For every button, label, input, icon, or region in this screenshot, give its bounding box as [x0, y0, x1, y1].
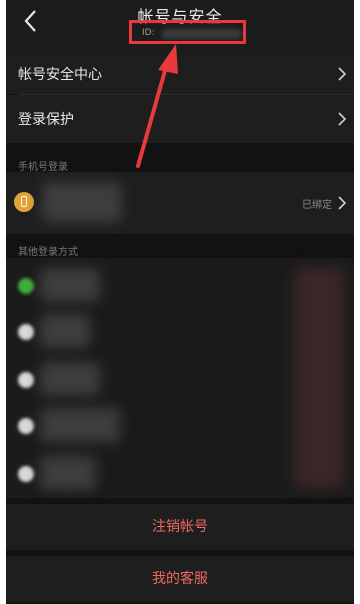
login-method-icon [18, 372, 34, 388]
chevron-right-icon [338, 112, 347, 126]
list-item-blurred [40, 456, 96, 490]
login-protection-label: 登录保护 [18, 112, 74, 128]
other-login-list [6, 258, 354, 498]
phone-login-section-label: 手机号登录 [18, 162, 68, 173]
account-security-screen: 帐号与安全 ID: 帐号安全中心 登录保护 手机号登录 已绑定 其他登录方式 注… [6, 0, 354, 604]
list-item-blurred [40, 314, 90, 348]
customer-service-button[interactable]: 我的客服 [6, 556, 354, 602]
list-item-blurred [40, 268, 100, 302]
list-item-blurred [40, 362, 100, 396]
phone-icon [14, 192, 34, 212]
login-method-icon [18, 324, 34, 340]
phone-number-blurred [42, 182, 122, 222]
security-center-row[interactable]: 帐号安全中心 [6, 54, 354, 94]
cancel-account-button[interactable]: 注销帐号 [6, 504, 354, 550]
phone-bound-status: 已绑定 [302, 200, 332, 211]
login-protection-row[interactable]: 登录保护 [6, 95, 354, 143]
wechat-icon [18, 278, 34, 294]
phone-login-row[interactable]: 已绑定 [6, 172, 354, 234]
security-center-label: 帐号安全中心 [18, 67, 102, 83]
chevron-right-icon [338, 67, 347, 81]
id-highlight-box [129, 20, 246, 44]
other-login-section-label: 其他登录方式 [18, 247, 78, 258]
login-method-icon [18, 466, 34, 482]
status-column-blurred [294, 268, 344, 488]
login-method-icon [18, 418, 34, 434]
list-item-blurred [40, 408, 120, 442]
chevron-right-icon [338, 196, 347, 210]
